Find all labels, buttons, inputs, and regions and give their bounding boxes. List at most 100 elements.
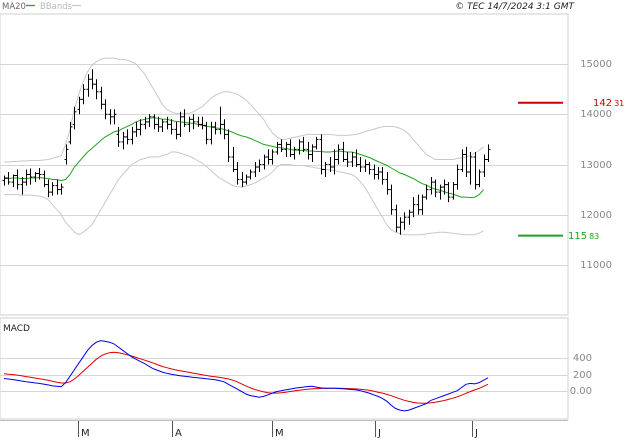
ohlc-bar <box>350 152 355 167</box>
price-tick-label: 14000 <box>580 109 612 120</box>
ohlc-bar <box>358 157 363 172</box>
ohlc-bar <box>152 114 157 130</box>
ma20-layer <box>4 117 484 199</box>
ohlc-bar <box>46 179 51 198</box>
chart-root: 142 31115 83 1100012000130001400015000 MA2… <box>0 2 624 439</box>
ohlc-bar <box>279 139 284 152</box>
ohlc-bar <box>262 154 267 170</box>
ohlc-bar <box>416 194 421 215</box>
ohlc-bar <box>402 212 407 230</box>
month-label: J <box>474 428 478 439</box>
ohlc-bar <box>64 144 69 165</box>
ohlc-bar <box>2 175 7 186</box>
ohlc-bar <box>420 194 425 215</box>
macd-tick-label: 0.00 <box>570 386 592 397</box>
month-label: M <box>275 428 284 439</box>
price-panel: 142 31 115 83 11000 12000 13000 14000 15000 <box>0 13 624 316</box>
ohlc-bar <box>398 217 403 235</box>
ohlc-bar <box>477 169 482 188</box>
ohlc-bar <box>266 149 271 165</box>
support-label-int: 115 <box>568 231 587 242</box>
ohlc-bar <box>147 114 152 127</box>
ohlc-bar <box>411 197 416 218</box>
ohlc-bar <box>11 174 16 188</box>
macd-panel: MACD 0.00 200 400 <box>0 317 592 420</box>
ohlc-bar <box>50 182 55 196</box>
month-label: M <box>81 428 90 439</box>
ohlc-bar <box>455 164 460 190</box>
ohlc-bar <box>125 129 130 145</box>
ohlc-bar <box>248 169 253 180</box>
month-label: A <box>175 428 182 439</box>
resistance-level-label: 142 31 <box>593 98 624 109</box>
ohlc-bar <box>20 177 25 195</box>
ohlc-bar <box>90 69 95 90</box>
ohlc-bar <box>33 172 38 183</box>
price-tick-label: 15000 <box>580 59 612 70</box>
resistance-label-dec: 31 <box>614 99 624 108</box>
ohlc-bar <box>55 179 60 195</box>
ohlc-bar <box>301 136 306 152</box>
ohlc-bar <box>372 164 377 180</box>
ohlc-bar <box>94 79 99 100</box>
ohlc-bar <box>292 146 297 160</box>
time-axis: MAMJJ <box>0 420 568 439</box>
ohlc-bar <box>15 169 20 190</box>
macd-tick-label: 400 <box>573 353 592 364</box>
ohlc-bar <box>72 106 77 130</box>
ohlc-bar <box>81 84 86 105</box>
ohlc-bar <box>284 141 289 157</box>
ohlc-bar <box>253 162 258 177</box>
ohlc-bar <box>429 177 434 195</box>
price-tick-label: 13000 <box>580 160 612 171</box>
ohlc-bar <box>486 144 491 162</box>
copyright-timestamp: © TEC 14/7/2024 3:1 GMT <box>455 2 575 12</box>
ohlc-bar <box>380 167 385 185</box>
ohlc-bar <box>42 170 47 188</box>
ohlc-bar <box>165 116 170 130</box>
ohlc-bar <box>310 144 315 162</box>
ohlc-bar <box>112 109 117 125</box>
ohlc-bar <box>200 116 205 130</box>
ma20-line <box>4 117 484 199</box>
ohlc-bar <box>438 184 443 200</box>
ohlc-bar <box>209 121 214 145</box>
ohlc-bar <box>130 126 135 145</box>
ohlc-bar <box>297 139 302 155</box>
ohlc-bar <box>275 141 280 155</box>
ohlc-bar <box>226 129 231 162</box>
ohlc-bar <box>108 109 113 125</box>
ohlc-bar <box>314 136 319 150</box>
ohlc-bar <box>424 184 429 200</box>
ohlc-bar <box>460 149 465 172</box>
ohlc-bar <box>451 182 456 200</box>
ohlc-bar <box>336 144 341 165</box>
ohlc-bar <box>385 172 390 195</box>
ohlc-bar <box>345 152 350 167</box>
ohlc-bar <box>178 111 183 137</box>
ohlc-bar <box>468 152 473 185</box>
ohlc-bar <box>182 109 187 127</box>
ohlc-bar <box>121 131 126 150</box>
resistance-label-int: 142 <box>593 98 612 109</box>
ohlc-bar <box>464 146 469 177</box>
ohlc-bar <box>191 114 196 130</box>
ohlc-bar <box>169 119 174 135</box>
bbands-upper-line <box>4 57 484 163</box>
ohlc-bar <box>134 121 139 137</box>
ohlc-bar <box>218 106 223 135</box>
ohlc-bar <box>473 152 478 190</box>
ohlc-bar <box>99 86 104 110</box>
bollinger-bands <box>4 57 484 236</box>
chart-legend: MA20 BBands <box>2 2 81 12</box>
ohlc-bar <box>231 146 236 172</box>
price-tick-label: 11000 <box>580 260 612 271</box>
macd-tick-label: 200 <box>573 370 592 381</box>
ohlc-bar <box>59 183 64 195</box>
ohlc-bar <box>160 119 165 132</box>
ohlc-bar <box>86 74 91 97</box>
signal-line <box>3 351 489 404</box>
ohlc-bar <box>28 168 33 185</box>
ohlc-bar <box>394 204 399 233</box>
ohlc-bar <box>244 174 249 185</box>
